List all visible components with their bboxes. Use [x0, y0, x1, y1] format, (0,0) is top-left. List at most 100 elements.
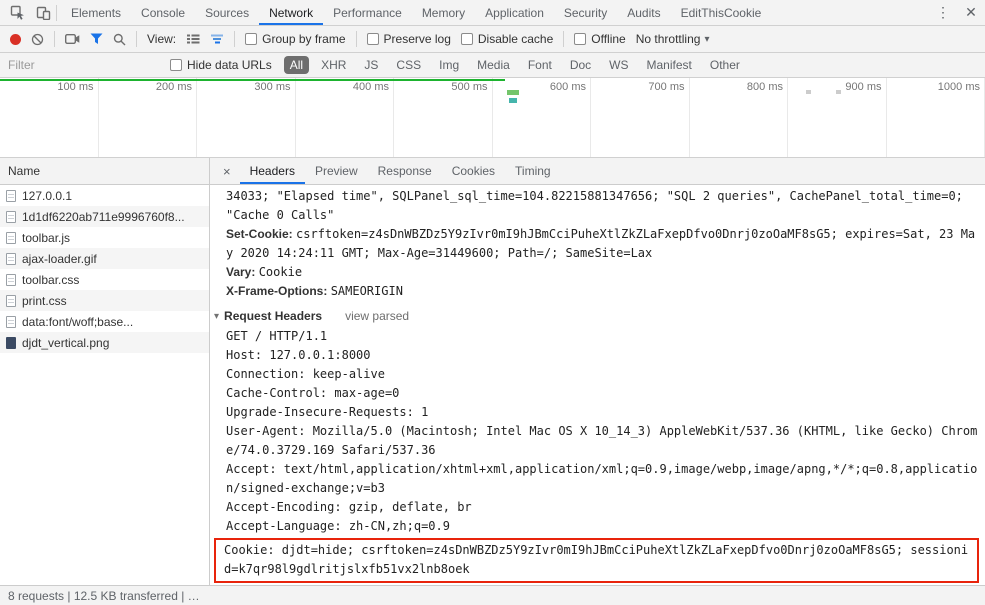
filter-funnel-icon[interactable] [90, 33, 103, 45]
group-by-frame-checkbox[interactable] [245, 33, 258, 45]
hide-data-urls-toggle[interactable]: Hide data URLs [170, 58, 272, 72]
network-overview[interactable]: 100 ms 200 ms 300 ms 400 ms 500 ms 600 ms 700 … [0, 78, 985, 158]
file-icon [6, 315, 16, 328]
request-row[interactable]: toolbar.css [0, 269, 209, 290]
timeline-tick-label: 500 ms [394, 78, 493, 157]
request-header-line: Host: 127.0.0.1:8000 [226, 348, 371, 362]
detail-tab[interactable]: Headers [240, 158, 305, 184]
raw-request-headers: GET / HTTP/1.1 Host: 127.0.0.1:8000 Connec… [226, 327, 981, 536]
panel-tab[interactable]: Console [131, 0, 195, 25]
screenshot-camera-icon[interactable] [65, 33, 80, 45]
resource-type-filter[interactable]: XHR [315, 56, 352, 74]
panel-tab[interactable]: Audits [617, 0, 670, 25]
resource-type-filter[interactable]: Img [433, 56, 465, 74]
filter-input[interactable] [8, 58, 158, 72]
detail-tab[interactable]: Response [368, 158, 442, 184]
request-name: 127.0.0.1 [22, 188, 73, 203]
device-toolbar-icon[interactable] [30, 0, 56, 25]
network-toolbar: View: Group by frame Preserve log Disabl… [0, 26, 985, 53]
overview-request-bar [507, 90, 519, 95]
disable-cache-checkbox[interactable] [460, 33, 473, 45]
devtools-tabbar: Elements Console Sources Network Performance… [0, 0, 985, 26]
response-header-overflow: 34033; "Elapsed time", SQLPanel_sql_time… [226, 189, 963, 222]
header-name: X-Frame-Options: [226, 284, 328, 298]
request-row[interactable]: toolbar.js [0, 227, 209, 248]
resource-type-filter[interactable]: Media [471, 56, 516, 74]
disable-cache-toggle[interactable]: Disable cache [460, 32, 553, 46]
divider [563, 31, 565, 47]
file-icon [6, 336, 16, 349]
panel-tab[interactable]: Application [475, 0, 554, 25]
overview-request-bar [509, 98, 517, 103]
resource-type-filter[interactable]: Other [704, 56, 746, 74]
panel-tab[interactable]: Sources [195, 0, 259, 25]
header-value: csrftoken=z4sDnWBZDz5Y9zIvr0mI9hJBmCciPu… [226, 227, 976, 260]
resource-type-filter[interactable]: CSS [390, 56, 427, 74]
timeline-tick-label: 700 ms [591, 78, 690, 157]
divider [56, 4, 57, 21]
resource-type-filter[interactable]: Manifest [641, 56, 698, 74]
search-icon[interactable] [113, 33, 126, 46]
detail-tab[interactable]: Cookies [442, 158, 505, 184]
view-parsed-link[interactable]: view parsed [345, 309, 409, 323]
more-options-icon[interactable]: ⋮ [929, 0, 957, 25]
panel-tab[interactable]: Security [554, 0, 617, 25]
resource-type-filter[interactable]: Font [522, 56, 558, 74]
detail-tab[interactable]: Preview [305, 158, 368, 184]
group-by-frame-toggle[interactable]: Group by frame [245, 32, 346, 46]
request-name: print.css [22, 293, 67, 308]
detail-tabbar: × Headers Preview Response Cookies Timing [210, 158, 985, 185]
offline-checkbox[interactable] [574, 33, 587, 45]
file-icon [6, 252, 16, 265]
request-header-line: GET / HTTP/1.1 [226, 329, 328, 343]
name-column-header[interactable]: Name [0, 158, 209, 185]
network-main-area: Name 127.0.0.1 1d1df6220ab711e9996760f8.… [0, 158, 985, 585]
request-name: 1d1df6220ab711e9996760f8... [22, 209, 185, 224]
hide-data-urls-checkbox[interactable] [170, 59, 182, 71]
preserve-log-toggle[interactable]: Preserve log [366, 32, 451, 46]
disclosure-triangle-icon[interactable]: ▾ [214, 311, 219, 322]
resource-type-filter[interactable]: Doc [564, 56, 597, 74]
offline-toggle[interactable]: Offline [574, 32, 626, 46]
request-header-line: Upgrade-Insecure-Requests: 1 [226, 405, 429, 419]
request-row[interactable]: ajax-loader.gif [0, 248, 209, 269]
list-view-icon[interactable] [186, 33, 200, 45]
offline-label: Offline [591, 32, 626, 46]
resource-type-filters: All XHR JS CSS Img Media Font Doc WS Manifest Othe… [283, 56, 746, 74]
request-row[interactable]: 127.0.0.1 [0, 185, 209, 206]
panel-tab[interactable]: EditThisCookie [671, 0, 772, 25]
record-button[interactable] [10, 33, 21, 45]
request-name: ajax-loader.gif [22, 251, 97, 266]
inspect-cursor-icon[interactable] [4, 0, 30, 25]
panel-tab[interactable]: Network [259, 0, 323, 25]
request-row[interactable]: data:font/woff;base... [0, 311, 209, 332]
request-row[interactable]: djdt_vertical.png [0, 332, 209, 353]
close-devtools-icon[interactable]: ✕ [957, 0, 985, 25]
clear-icon[interactable] [31, 33, 44, 46]
request-header-line: User-Agent: Mozilla/5.0 (Macintosh; Inte… [226, 424, 978, 457]
response-header: X-Frame-Options: SAMEORIGIN [226, 282, 981, 301]
preserve-log-checkbox[interactable] [366, 33, 379, 45]
timeline-tick-label: 1000 ms [887, 78, 985, 157]
request-row[interactable]: 1d1df6220ab711e9996760f8... [0, 206, 209, 227]
throttling-select[interactable]: No throttling ▾ [636, 32, 710, 46]
divider [355, 31, 357, 47]
panel-tab[interactable]: Memory [412, 0, 475, 25]
panel-tab[interactable]: Performance [323, 0, 412, 25]
headers-content: 34033; "Elapsed time", SQLPanel_sql_time… [210, 185, 985, 585]
header-name: Vary: [226, 265, 256, 279]
detail-tab[interactable]: Timing [505, 158, 561, 184]
resource-type-filter[interactable]: JS [358, 56, 384, 74]
status-bar: 8 requests | 12.5 KB transferred | … [0, 585, 985, 605]
request-name: data:font/woff;base... [22, 314, 134, 329]
request-name: toolbar.css [22, 272, 80, 287]
panel-tab[interactable]: Elements [61, 0, 131, 25]
resource-type-filter[interactable]: All [283, 56, 310, 74]
file-icon [6, 273, 16, 286]
overview-view-icon[interactable] [210, 33, 224, 45]
devtools-window: Elements Console Sources Network Performance… [0, 0, 985, 605]
close-details-icon[interactable]: × [214, 158, 240, 184]
request-row[interactable]: print.css [0, 290, 209, 311]
network-filter-bar: Hide data URLs All XHR JS CSS Img Media Font Do… [0, 53, 985, 78]
resource-type-filter[interactable]: WS [603, 56, 634, 74]
